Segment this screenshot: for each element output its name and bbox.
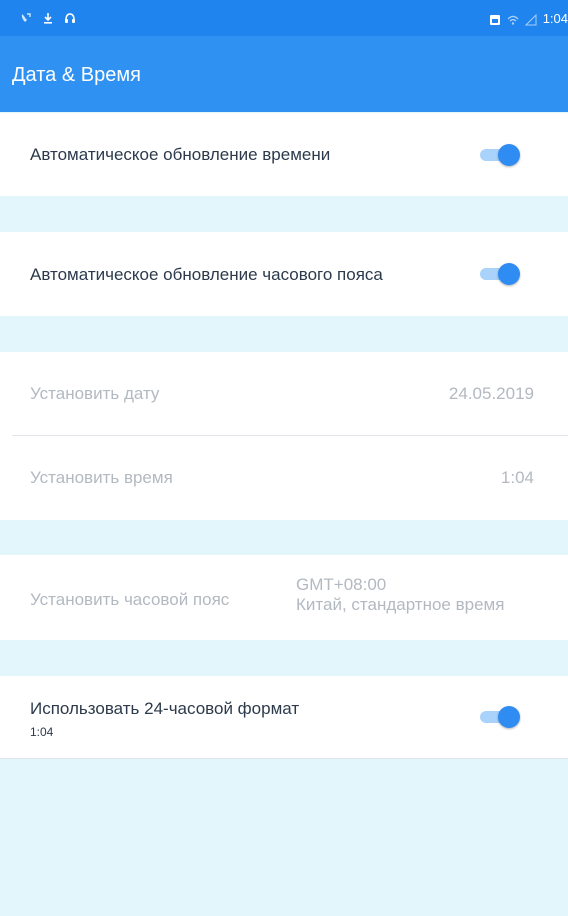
auto-time-row[interactable]: Автоматическое обновление времени	[0, 113, 568, 196]
set-time-value: 1:04	[500, 468, 534, 487]
set-timezone-name: Китай, стандартное время	[296, 595, 505, 614]
headset-icon	[64, 11, 76, 23]
status-time: 1:04	[542, 11, 568, 26]
wifi-icon	[507, 13, 519, 25]
set-time-label: Установить время	[30, 468, 173, 487]
auto-time-label: Автоматическое обновление времени	[30, 145, 331, 164]
signal-icon	[524, 13, 537, 25]
auto-timezone-row[interactable]: Автоматическое обновление часового пояса	[0, 232, 568, 316]
format-24h-row[interactable]: Использовать 24-часовой формат 1:04	[0, 676, 568, 759]
status-bar: 1:04	[0, 0, 568, 36]
set-date-label: Установить дату	[30, 384, 160, 403]
app-bar: Дата & Время	[0, 36, 568, 112]
toggle-thumb	[498, 144, 520, 166]
set-date-value: 24.05.2019	[448, 384, 534, 403]
auto-time-toggle[interactable]	[480, 144, 520, 166]
set-timezone-row[interactable]: Установить часовой пояс GMT+08:00 Китай,…	[0, 555, 568, 640]
format-24h-toggle[interactable]	[480, 706, 520, 728]
toggle-thumb	[498, 263, 520, 285]
set-timezone-offset: GMT+08:00	[296, 575, 387, 594]
auto-timezone-toggle[interactable]	[480, 263, 520, 285]
download-icon	[42, 11, 54, 24]
set-date-row[interactable]: Установить дату 24.05.2019	[0, 352, 568, 436]
divider	[0, 758, 568, 759]
format-24h-example: 1:04	[30, 725, 54, 739]
toggle-thumb	[498, 706, 520, 728]
call-forward-icon	[20, 11, 32, 23]
sim-icon	[489, 13, 501, 25]
page-title: Дата & Время	[12, 64, 141, 86]
format-24h-label: Использовать 24-часовой формат	[30, 699, 300, 718]
set-timezone-label: Установить часовой пояс	[30, 590, 230, 609]
set-time-row[interactable]: Установить время 1:04	[0, 436, 568, 520]
auto-timezone-label: Автоматическое обновление часового пояса	[30, 265, 383, 284]
